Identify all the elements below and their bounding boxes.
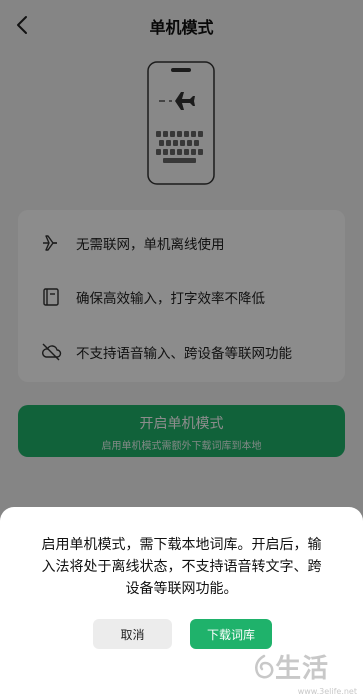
watermark-url: www.3elife.net xyxy=(297,687,357,696)
cancel-button[interactable]: 取消 xyxy=(93,619,172,649)
dialog-message: 启用单机模式，需下载本地词库。开启后，输入法将处于离线状态，不支持语音转文字、跨… xyxy=(41,537,322,597)
download-dialog-sheet: 启用单机模式，需下载本地词库。开启后，输入法将处于离线状态，不支持语音转文字、跨… xyxy=(0,507,363,700)
watermark-logo-icon xyxy=(255,654,274,679)
download-dictionary-button[interactable]: 下载词库 xyxy=(190,619,272,649)
watermark-text: 生活 xyxy=(275,654,330,684)
watermark: 生活 www.3elife.net xyxy=(253,648,357,696)
